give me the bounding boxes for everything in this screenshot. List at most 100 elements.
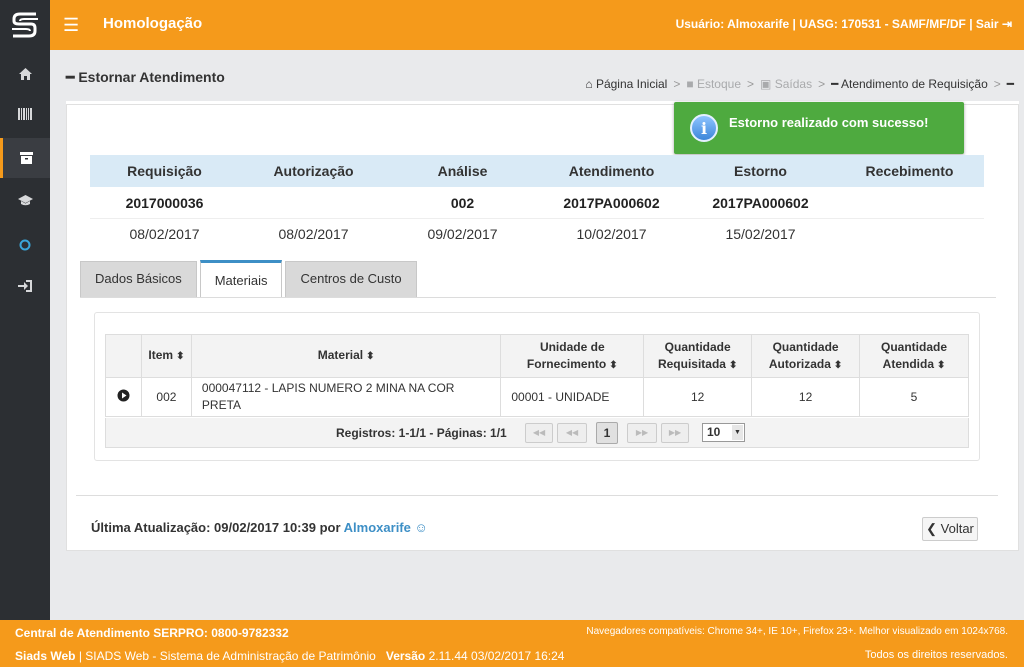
cell-atendida: 5: [859, 377, 969, 417]
breadcrumb-separator: >: [747, 77, 755, 91]
minus-icon: ━: [831, 77, 839, 91]
sort-icon: ⬍: [728, 359, 738, 371]
sidebar-item-signin[interactable]: [0, 266, 50, 306]
logout-icon[interactable]: ⇥: [1002, 17, 1012, 31]
page-size-select[interactable]: 10 ▼: [702, 423, 745, 442]
expand-row-button[interactable]: [105, 377, 142, 417]
column-header-requisitada[interactable]: Quantidade Requisitada ⬍: [643, 334, 753, 378]
column-header-unidade[interactable]: Unidade de Fornecimento ⬍: [500, 334, 645, 378]
page-title-text: Estornar Atendimento: [78, 69, 225, 85]
home-icon: [18, 68, 32, 80]
prev-page-button[interactable]: ◀◀: [557, 423, 587, 443]
success-toast[interactable]: i Estorno realizado com sucesso!: [674, 102, 964, 154]
version-label: Versão: [385, 649, 426, 663]
summary-code: 002: [450, 195, 475, 211]
tabs-divider: [80, 297, 996, 298]
table-row: 002 000047112 - LAPIS NUMERO 2 MINA NA C…: [105, 377, 969, 417]
sidebar-item-barcode[interactable]: [0, 94, 50, 134]
last-update: Última Atualização: 09/02/2017 10:39 por…: [91, 520, 428, 535]
user-info[interactable]: Usuário: Almoxarife | UASG: 170531 - SAM…: [676, 17, 1012, 31]
system-desc: | SIADS Web - Sistema de Administração d…: [78, 649, 376, 663]
last-update-text: Última Atualização: 09/02/2017 10:39 por: [91, 520, 341, 535]
cell-autorizada: 12: [751, 377, 861, 417]
next-page-button[interactable]: ▶▶: [627, 423, 657, 443]
summary-header: Requisição: [127, 163, 202, 179]
summary-date: [835, 219, 984, 249]
summary-date: 15/02/2017: [725, 226, 796, 242]
tab-dados-basicos[interactable]: Dados Básicos: [80, 261, 197, 297]
toast-message: Estorno realizado com sucesso!: [729, 115, 929, 130]
summary-header: Atendimento: [568, 163, 655, 179]
column-header-atendida[interactable]: Quantidade Atendida ⬍: [859, 334, 969, 378]
last-page-button[interactable]: ▶▶: [661, 423, 689, 443]
summary-date: 10/02/2017: [576, 226, 647, 242]
minus-icon: ━: [66, 69, 75, 85]
pager: Registros: 1-1/1 - Páginas: 1/1 ◀◀ ◀◀ 1 …: [105, 418, 969, 448]
breadcrumb-stock[interactable]: ■ Estoque: [686, 77, 741, 91]
chevron-left-icon: ❮: [926, 521, 938, 536]
summary-dates-row: 08/02/2017 08/02/2017 09/02/2017 10/02/2…: [90, 219, 984, 249]
graduation-cap-icon: [17, 194, 33, 205]
app-title: Homologação: [103, 15, 203, 32]
back-button[interactable]: ❮ Voltar: [922, 517, 978, 541]
tab-centros-de-custo[interactable]: Centros de Custo: [285, 261, 417, 297]
summary-code: [835, 187, 984, 218]
summary-header: Análise: [437, 163, 488, 179]
sort-icon: ⬍: [366, 351, 375, 362]
breadcrumb-separator: >: [673, 77, 681, 91]
user-icon: ☺: [414, 520, 428, 535]
breadcrumb-separator: >: [818, 77, 826, 91]
sidebar-item-circle[interactable]: [0, 225, 50, 265]
panel-divider: [76, 495, 998, 496]
top-bar: ☰ Homologação Usuário: Almoxarife | UASG…: [0, 0, 1024, 50]
siads-logo[interactable]: [0, 0, 50, 50]
breadcrumb-home[interactable]: ⌂ Página Inicial: [585, 77, 667, 91]
last-update-user[interactable]: Almoxarife ☺: [344, 520, 428, 535]
version-value: 2.11.44 03/02/2017 16:24: [428, 649, 565, 663]
chevron-down-icon: ▼: [732, 425, 743, 440]
browser-compat: Navegadores compatíveis: Chrome 34+, IE …: [586, 626, 1008, 637]
rights-notice: Todos os direitos reservados.: [864, 649, 1008, 661]
tab-materiais[interactable]: Materiais: [199, 260, 283, 297]
page-number-button[interactable]: 1: [596, 422, 618, 444]
sidebar-item-home[interactable]: [0, 54, 50, 94]
sidebar-item-stock[interactable]: [0, 138, 50, 178]
circle-icon: [19, 239, 31, 251]
sidebar: [0, 50, 50, 620]
barcode-icon: [18, 108, 32, 120]
page-title: ━ Estornar Atendimento: [66, 69, 225, 86]
materials-table: Item ⬍ Material ⬍ Unidade de Fornecimento ⬍ …: [105, 334, 969, 417]
summary-code: 2017PA000602: [563, 195, 660, 211]
system-name: Siads Web: [15, 649, 76, 663]
summary-header-row: Requisição Autorização Análise Atendimen…: [90, 155, 984, 187]
summary-date: 09/02/2017: [427, 226, 498, 242]
breadcrumb-outputs[interactable]: ▣ Saídas: [760, 77, 812, 91]
breadcrumb: ⌂ Página Inicial > ■ Estoque > ▣ Saídas …: [585, 77, 1014, 91]
cell-material: 000047112 - LAPIS NUMERO 2 MINA NA COR PR…: [190, 377, 502, 417]
table-header-row: Item ⬍ Material ⬍ Unidade de Fornecimento ⬍ …: [105, 334, 969, 378]
column-header-item[interactable]: Item ⬍: [140, 334, 192, 378]
archive-icon: [20, 152, 33, 164]
column-header-autorizada[interactable]: Quantidade Autorizada ⬍: [751, 334, 861, 378]
page-footer: Central de Atendimento SERPRO: 0800-9782…: [0, 620, 1024, 667]
breadcrumb-separator: >: [993, 77, 1001, 91]
summary-date: 08/02/2017: [278, 226, 349, 242]
user-info-text: Usuário: Almoxarife | UASG: 170531 - SAM…: [675, 17, 999, 31]
tab-bar: Dados Básicos Materiais Centros de Custo: [80, 260, 417, 297]
breadcrumb-service[interactable]: ━ Atendimento de Requisição: [831, 77, 988, 91]
sign-in-icon: [18, 280, 32, 292]
first-page-button[interactable]: ◀◀: [525, 423, 553, 443]
column-header-material[interactable]: Material ⬍: [190, 334, 502, 378]
summary-code: 2017000036: [125, 195, 204, 211]
summary-header: Estorno: [734, 163, 787, 179]
sort-icon: ⬍: [937, 359, 946, 371]
menu-toggle-icon[interactable]: ☰: [63, 15, 79, 36]
summary-date: 08/02/2017: [129, 226, 200, 242]
minus-icon: ━: [1006, 77, 1014, 91]
summary-header: Autorização: [273, 163, 354, 179]
expand-column-header: [105, 334, 142, 378]
pager-info: Registros: 1-1/1 - Páginas: 1/1: [336, 426, 507, 440]
outputs-icon: ▣: [760, 77, 772, 91]
cell-requisitada: 12: [643, 377, 753, 417]
sidebar-item-training[interactable]: [0, 180, 50, 220]
